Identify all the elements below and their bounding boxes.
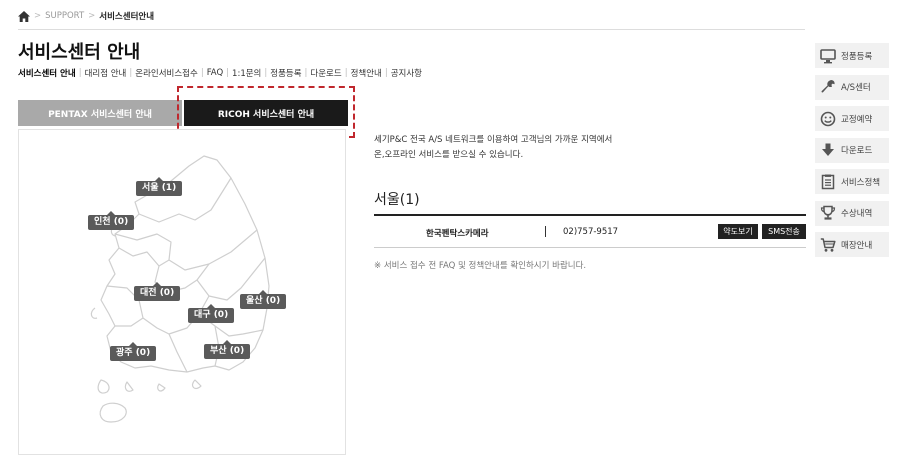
service-notice: ※ 서비스 접수 전 FAQ 및 정책안내를 확인하시기 바랍니다. bbox=[374, 261, 587, 271]
page-title: 서비스센터 안내 bbox=[18, 42, 141, 63]
region-seoul[interactable]: 서울 (1) bbox=[136, 177, 183, 196]
subnav-divider: | bbox=[344, 68, 348, 78]
region-daejeon[interactable]: 대전 (0) bbox=[134, 282, 181, 301]
service-center-table: 한국펜탁스카메라 02)757-9517 약도보기 SMS전송 bbox=[374, 214, 806, 248]
breadcrumb-support[interactable]: SUPPORT bbox=[45, 11, 84, 21]
subnav-download[interactable]: 다운로드 bbox=[310, 67, 341, 79]
intro-line-2: 온,오프라인 서비스를 받으실 수 있습니다. bbox=[374, 150, 524, 160]
subnav-divider: | bbox=[200, 68, 204, 78]
monitor-icon bbox=[820, 48, 836, 63]
region-daegu[interactable]: 대구 (0) bbox=[188, 304, 235, 323]
tab-pentax-service-center[interactable]: PENTAX 서비스센터 안내 bbox=[18, 100, 182, 126]
view-map-button[interactable]: 약도보기 bbox=[718, 224, 758, 239]
quick-menu-product-registration[interactable]: 정품등록 bbox=[815, 43, 889, 68]
quick-menu: 정품등록 A/S센터 교정예약 다운로드 서비스정책 수상내역 매장안내 bbox=[815, 43, 889, 264]
quick-menu-label: 수상내역 bbox=[841, 209, 873, 219]
quick-menu-service-policy[interactable]: 서비스정책 bbox=[815, 169, 889, 194]
subnav-divider: | bbox=[304, 68, 308, 78]
quick-menu-label: A/S센터 bbox=[841, 83, 871, 93]
subnav-notice[interactable]: 공지사항 bbox=[391, 67, 422, 79]
tab-ricoh-service-center[interactable]: RICOH 서비스센터 안내 bbox=[184, 100, 348, 126]
region-gwangju[interactable]: 광주 (0) bbox=[110, 342, 157, 361]
region-incheon[interactable]: 인천 (0) bbox=[88, 211, 135, 230]
download-arrow-icon bbox=[822, 143, 834, 156]
quick-menu-label: 교정예약 bbox=[841, 114, 873, 125]
sub-navigation: 서비스센터 안내 | 대리점 안내 | 온라인서비스접수 | FAQ | 1:1… bbox=[18, 67, 422, 79]
subnav-service-center[interactable]: 서비스센터 안내 bbox=[18, 67, 76, 79]
breadcrumb-separator: > bbox=[34, 11, 42, 21]
quick-menu-label: 매장안내 bbox=[841, 240, 873, 251]
quick-menu-store-guide[interactable]: 매장안내 bbox=[815, 232, 889, 257]
subnav-dealer[interactable]: 대리점 안내 bbox=[85, 67, 127, 79]
smile-icon bbox=[820, 111, 836, 126]
breadcrumb: > SUPPORT > 서비스센터안내 bbox=[18, 9, 154, 23]
quick-menu-label: 다운로드 bbox=[841, 146, 873, 156]
subnav-divider: | bbox=[226, 68, 230, 78]
subnav-divider: | bbox=[78, 68, 82, 78]
subnav-inquiry[interactable]: 1:1문의 bbox=[232, 67, 261, 79]
region-ulsan[interactable]: 울산 (0) bbox=[240, 290, 287, 309]
subnav-policy[interactable]: 정책안내 bbox=[351, 67, 382, 79]
quick-menu-label: 정품등록 bbox=[841, 51, 873, 62]
trophy-icon bbox=[820, 205, 836, 220]
home-icon[interactable] bbox=[18, 10, 30, 22]
service-intro-text: 세기P&C 전국 A/S 네트워크를 이용하여 고객님의 가까운 지역에서 온,… bbox=[374, 133, 612, 163]
quick-menu-awards[interactable]: 수상내역 bbox=[815, 200, 889, 226]
quick-menu-download[interactable]: 다운로드 bbox=[815, 137, 889, 163]
subnav-online-service[interactable]: 온라인서비스접수 bbox=[135, 67, 198, 79]
center-separator bbox=[545, 226, 546, 237]
korea-map: 서울 (1) 인천 (0) 대전 (0) 울산 (0) 대구 (0) 광주 (0… bbox=[18, 129, 346, 455]
subnav-product-registration[interactable]: 정품등록 bbox=[270, 67, 301, 79]
quick-menu-calibration-booking[interactable]: 교정예약 bbox=[815, 106, 889, 131]
region-busan[interactable]: 부산 (0) bbox=[204, 340, 251, 359]
cart-icon bbox=[820, 237, 836, 252]
subnav-divider: | bbox=[129, 68, 133, 78]
center-phone: 02)757-9517 bbox=[563, 227, 619, 237]
breadcrumb-current: 서비스센터안내 bbox=[99, 12, 155, 22]
korea-map-outline bbox=[90, 155, 270, 423]
intro-line-1: 세기P&C 전국 A/S 네트워크를 이용하여 고객님의 가까운 지역에서 bbox=[374, 135, 613, 145]
quick-menu-as-center[interactable]: A/S센터 bbox=[815, 74, 889, 100]
subnav-divider: | bbox=[264, 68, 268, 78]
subnav-divider: | bbox=[384, 68, 388, 78]
header-divider bbox=[18, 29, 805, 30]
document-icon bbox=[821, 174, 835, 189]
quick-menu-label: 서비스정책 bbox=[841, 177, 881, 188]
send-sms-button[interactable]: SMS전송 bbox=[762, 224, 806, 239]
wrench-icon bbox=[821, 80, 835, 93]
subnav-faq[interactable]: FAQ bbox=[207, 68, 223, 78]
selected-region-title: 서울(1) bbox=[374, 192, 420, 208]
breadcrumb-separator: > bbox=[88, 11, 96, 21]
center-name: 한국펜탁스카메라 bbox=[426, 229, 489, 239]
